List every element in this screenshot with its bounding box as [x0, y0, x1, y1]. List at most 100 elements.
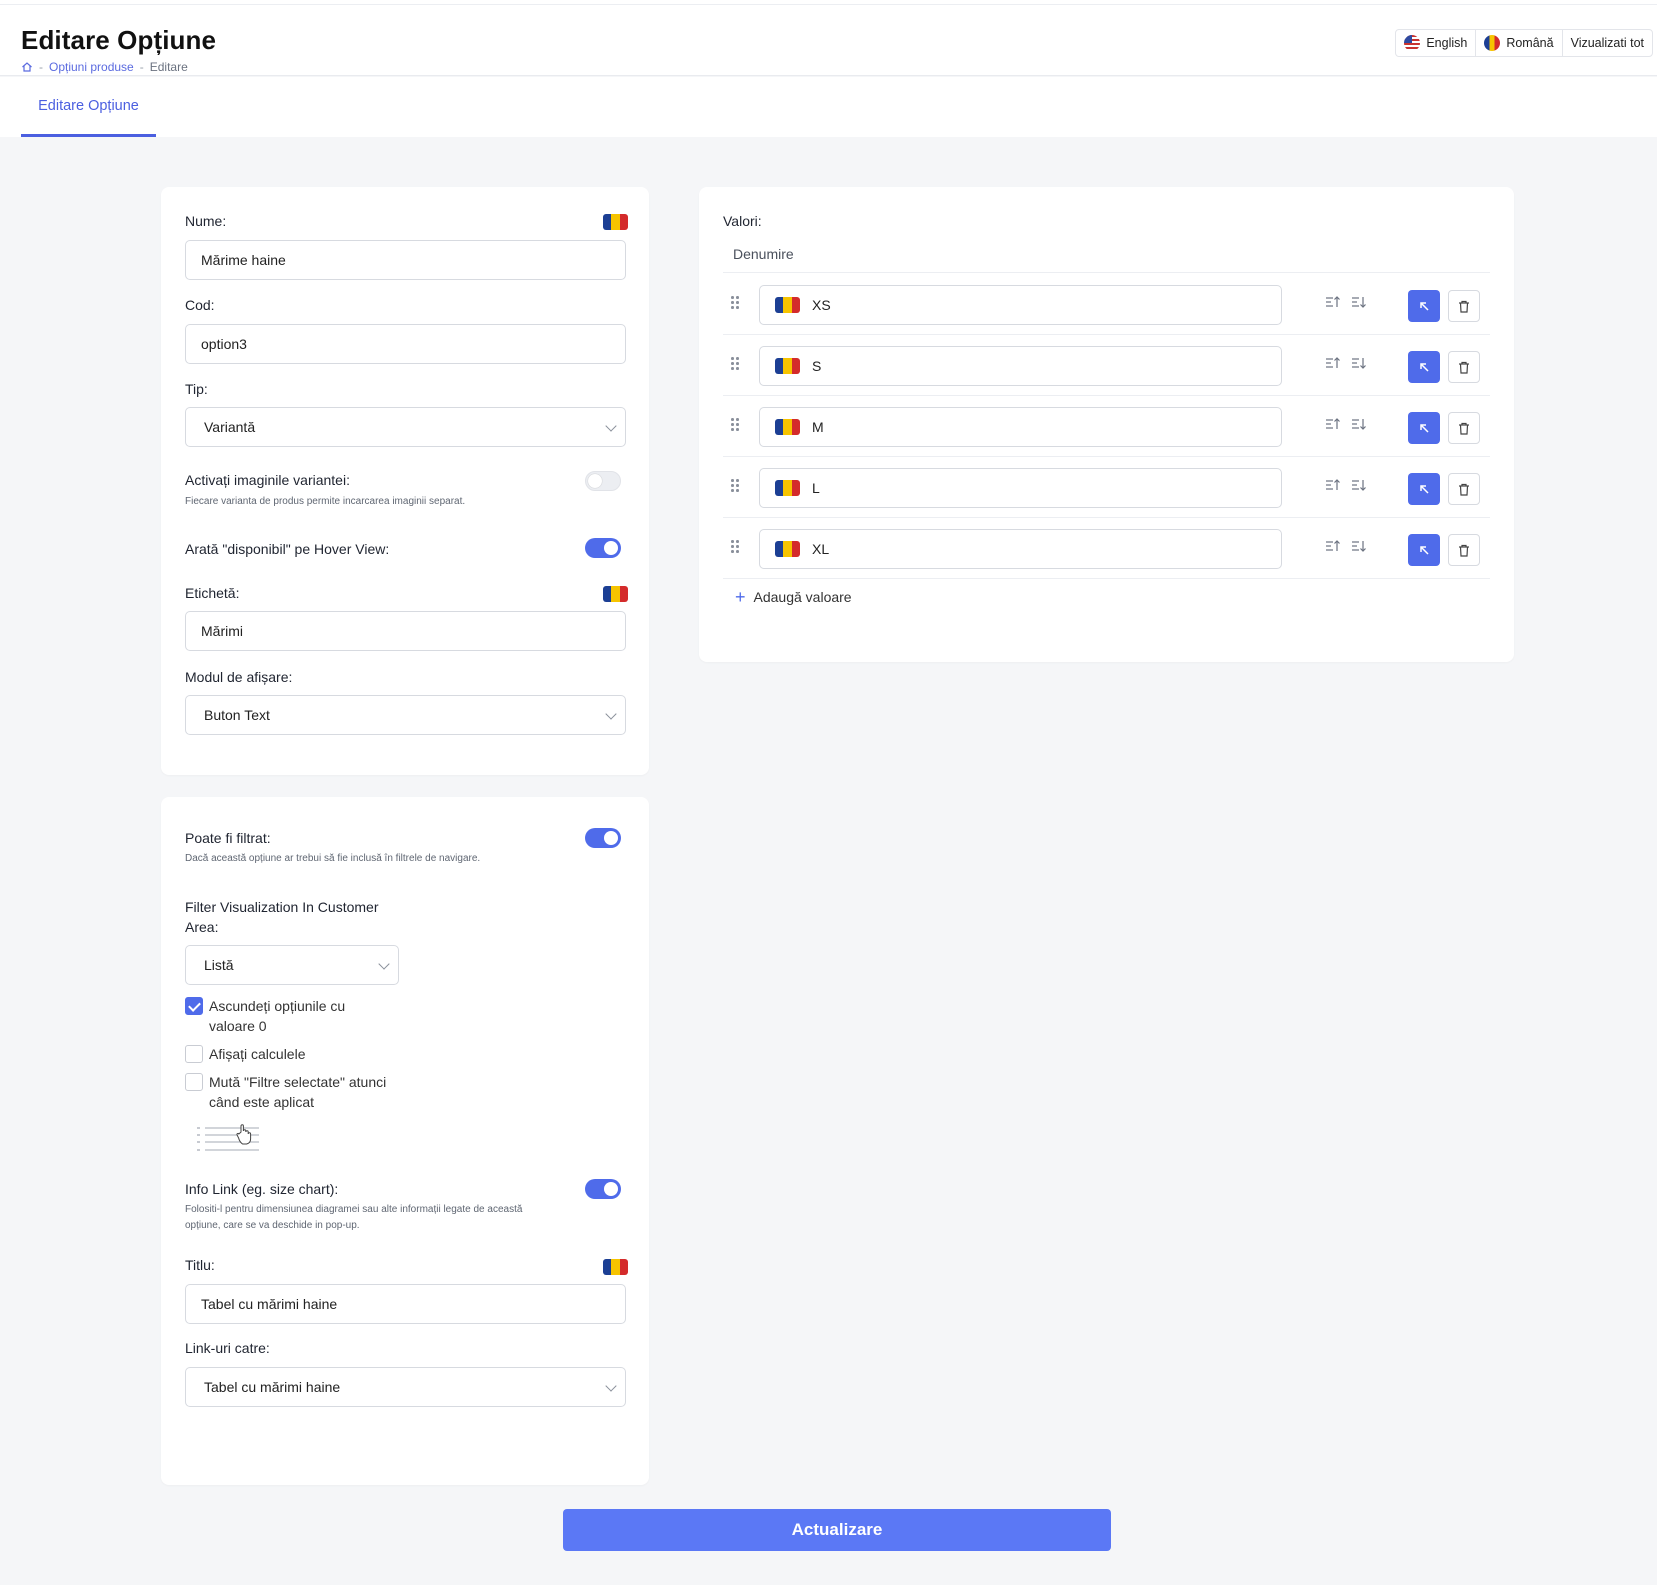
general-settings-card: Nume: Mărime haine Cod: option3 Tip: Var…	[161, 187, 649, 775]
view-all-label: Vizualizati tot	[1570, 36, 1644, 50]
tab-bar: Editare Opțiune	[0, 77, 1657, 137]
sort-desc-icon[interactable]	[1351, 477, 1367, 493]
show-calc-checkbox[interactable]	[185, 1045, 203, 1063]
ro-flag-icon	[1484, 35, 1501, 51]
link-label: Link-uri catre:	[185, 1340, 270, 1356]
link-select[interactable]: Tabel cu mărimi haine	[185, 1367, 626, 1407]
valori-label: Valori:	[723, 213, 762, 229]
breadcrumb: - Opțiuni produse - Editare	[21, 60, 188, 74]
sort-asc-icon[interactable]	[1325, 294, 1341, 310]
value-input[interactable]: L	[759, 468, 1282, 508]
move-filters-label: Mută "Filtre selectate" atunci când este…	[209, 1074, 387, 1110]
select-value-button[interactable]	[1408, 290, 1440, 322]
ro-flag-icon	[775, 358, 800, 374]
sort-asc-icon[interactable]	[1325, 355, 1341, 371]
value-input[interactable]: XS	[759, 285, 1282, 325]
sort-desc-icon[interactable]	[1351, 355, 1367, 371]
delete-value-button[interactable]	[1448, 534, 1480, 566]
chevron-down-icon	[378, 958, 390, 970]
value-text: XL	[812, 541, 830, 557]
value-input[interactable]: XL	[759, 529, 1282, 569]
tip-select-value: Variantă	[204, 419, 256, 435]
drag-handle-icon[interactable]	[731, 418, 741, 432]
filter-preview-image	[197, 1124, 259, 1151]
ro-flag-icon	[603, 1259, 628, 1275]
page-header: Editare Opțiune - Opțiuni produse - Edit…	[0, 5, 1657, 76]
eticheta-label: Etichetă:	[185, 585, 240, 601]
sort-desc-icon[interactable]	[1351, 538, 1367, 554]
hide-zero-checkbox[interactable]	[185, 997, 203, 1015]
column-denumire: Denumire	[733, 246, 794, 262]
titlu-input[interactable]: Tabel cu mărimi haine	[185, 1284, 626, 1324]
value-row: XS	[723, 274, 1490, 335]
value-input[interactable]: M	[759, 407, 1282, 447]
nume-label: Nume:	[185, 213, 227, 229]
us-flag-icon	[1404, 35, 1421, 51]
ro-flag-icon	[603, 214, 628, 230]
cod-label: Cod:	[185, 297, 215, 313]
select-arrow-icon	[1420, 485, 1429, 494]
lang-english-button[interactable]: English	[1396, 30, 1477, 56]
select-value-button[interactable]	[1408, 351, 1440, 383]
activ-img-label: Activați imaginile variantei:	[185, 472, 350, 488]
hover-label: Arată "disponibil" pe Hover View:	[185, 541, 390, 557]
select-value-button[interactable]	[1408, 534, 1440, 566]
activ-img-toggle[interactable]	[585, 471, 621, 491]
ro-flag-icon	[603, 586, 628, 602]
ro-flag-icon	[775, 297, 800, 313]
eticheta-input[interactable]: Mărimi	[185, 611, 626, 651]
filter-settings-card: Poate fi filtrat: Dacă această opțiune a…	[161, 797, 649, 1485]
sort-asc-icon[interactable]	[1325, 477, 1341, 493]
info-link-toggle[interactable]	[585, 1179, 621, 1199]
sort-desc-icon[interactable]	[1351, 294, 1367, 310]
chevron-down-icon	[605, 420, 617, 432]
breadcrumb-parent[interactable]: Opțiuni produse	[49, 60, 134, 74]
language-switcher: English Română Vizualizati tot	[1395, 29, 1653, 57]
add-value-button[interactable]: + Adaugă valoare	[735, 588, 852, 606]
trash-icon	[1459, 544, 1469, 557]
delete-value-button[interactable]	[1448, 473, 1480, 505]
select-arrow-icon	[1420, 363, 1429, 372]
move-filters-checkbox[interactable]	[185, 1073, 203, 1091]
nume-input[interactable]: Mărime haine	[185, 240, 626, 280]
delete-value-button[interactable]	[1448, 412, 1480, 444]
tab-editare-optiune[interactable]: Editare Opțiune	[21, 77, 156, 137]
drag-handle-icon[interactable]	[731, 296, 741, 310]
filter-vis-select[interactable]: Listă	[185, 945, 399, 985]
select-value-button[interactable]	[1408, 412, 1440, 444]
trash-icon	[1459, 422, 1469, 435]
sort-asc-icon[interactable]	[1325, 538, 1341, 554]
filtrat-toggle[interactable]	[585, 828, 621, 848]
modul-select[interactable]: Buton Text	[185, 695, 626, 735]
modul-label: Modul de afișare:	[185, 669, 293, 685]
value-input[interactable]: S	[759, 346, 1282, 386]
lang-romana-label: Română	[1506, 36, 1554, 50]
delete-value-button[interactable]	[1448, 351, 1480, 383]
lang-english-label: English	[1426, 36, 1468, 50]
filtrat-help: Dacă această opțiune ar trebui să fie in…	[185, 853, 481, 864]
delete-value-button[interactable]	[1448, 290, 1480, 322]
select-value-button[interactable]	[1408, 473, 1440, 505]
cod-input[interactable]: option3	[185, 324, 626, 364]
value-text: L	[812, 480, 820, 496]
sort-desc-icon[interactable]	[1351, 416, 1367, 432]
tip-select[interactable]: Variantă	[185, 407, 626, 447]
hover-toggle[interactable]	[585, 538, 621, 558]
values-table-header: Denumire	[723, 236, 1490, 273]
drag-handle-icon[interactable]	[731, 357, 741, 371]
trash-icon	[1459, 483, 1469, 496]
home-icon[interactable]	[21, 61, 33, 73]
activ-img-help: Fiecare varianta de produs permite incar…	[185, 496, 466, 507]
drag-handle-icon[interactable]	[731, 479, 741, 493]
sort-asc-icon[interactable]	[1325, 416, 1341, 432]
breadcrumb-current: Editare	[149, 60, 188, 74]
value-row: S	[723, 335, 1490, 396]
view-all-button[interactable]: Vizualizati tot	[1563, 30, 1652, 56]
link-select-value: Tabel cu mărimi haine	[204, 1379, 341, 1395]
drag-handle-icon[interactable]	[731, 540, 741, 554]
update-button[interactable]: Actualizare	[563, 1509, 1111, 1551]
values-card: Valori: Denumire XS S M L XL + Adaugă valoar…	[699, 187, 1514, 662]
lang-romana-button[interactable]: Română	[1476, 30, 1563, 56]
value-text: XS	[812, 297, 831, 313]
filter-vis-select-value: Listă	[204, 957, 234, 973]
